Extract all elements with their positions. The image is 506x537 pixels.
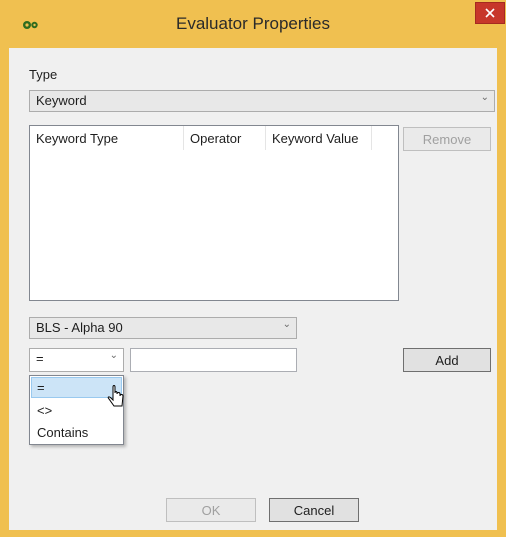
type-label: Type: [29, 67, 58, 82]
keyword-type-combo-value: BLS - Alpha 90: [36, 320, 123, 335]
chevron-down-icon: ⌄: [480, 92, 489, 103]
close-icon: [485, 8, 495, 18]
keyword-list-header: Keyword Type Operator Keyword Value: [30, 126, 398, 150]
dialog-client-area: Type Keyword ⌄ Keyword Type Operator Key…: [9, 48, 497, 530]
type-combo-value: Keyword: [36, 93, 87, 108]
keyword-list[interactable]: Keyword Type Operator Keyword Value: [29, 125, 399, 301]
remove-button[interactable]: Remove: [403, 127, 491, 151]
add-button[interactable]: Add: [403, 348, 491, 372]
dialog-window: Evaluator Properties Type Keyword ⌄ Keyw…: [0, 0, 506, 537]
chevron-down-icon: ⌄: [109, 350, 118, 361]
type-combo[interactable]: Keyword ⌄: [29, 90, 495, 112]
keyword-type-combo[interactable]: BLS - Alpha 90 ⌄: [29, 317, 297, 339]
keyword-value-input[interactable]: [130, 348, 297, 372]
cancel-button[interactable]: Cancel: [269, 498, 359, 522]
operator-combo[interactable]: = ⌄: [29, 348, 124, 372]
mouse-pointer-icon: [107, 385, 124, 407]
ok-button[interactable]: OK: [166, 498, 256, 522]
column-keyword-type[interactable]: Keyword Type: [30, 126, 184, 150]
column-operator[interactable]: Operator: [184, 126, 266, 150]
operator-combo-value: =: [36, 351, 44, 366]
title-bar[interactable]: Evaluator Properties: [0, 0, 506, 48]
close-button[interactable]: [475, 2, 505, 24]
chevron-down-icon: ⌄: [282, 319, 291, 330]
window-title: Evaluator Properties: [175, 14, 331, 33]
operator-option-contains[interactable]: Contains: [31, 422, 122, 443]
column-keyword-value[interactable]: Keyword Value: [266, 126, 372, 150]
